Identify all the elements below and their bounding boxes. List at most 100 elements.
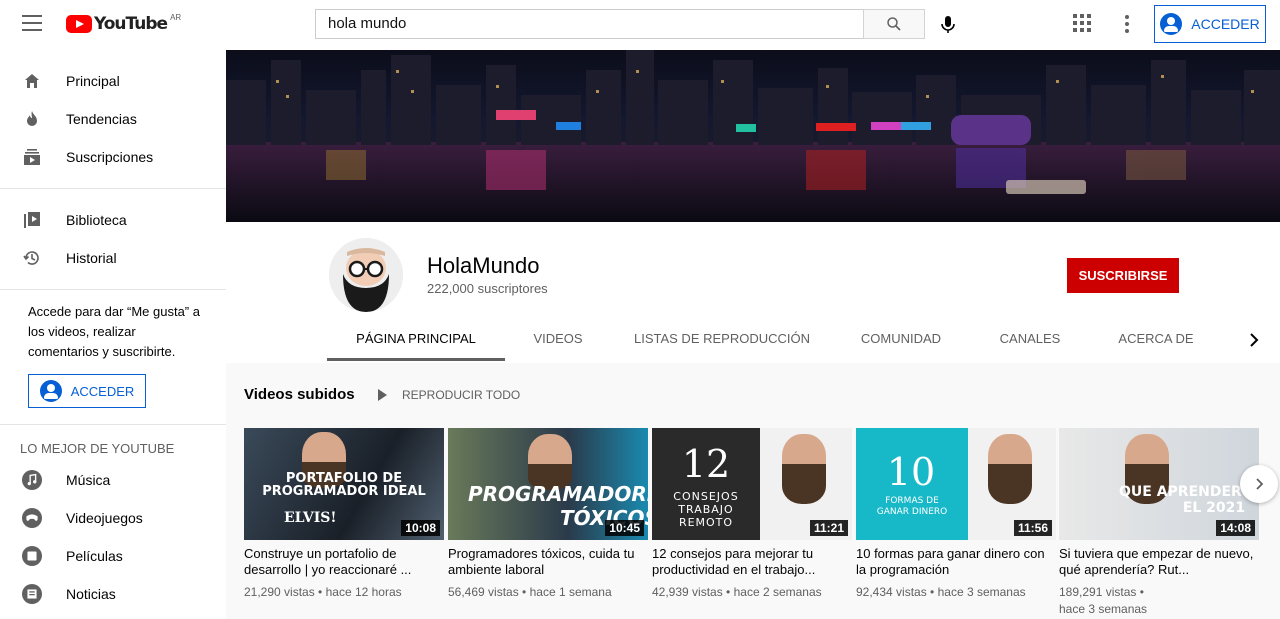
view-count: 92,434 vistas xyxy=(856,585,927,599)
subscribe-button[interactable]: SUSCRIBIRSE xyxy=(1067,258,1179,293)
sign-in-label: ACCEDER xyxy=(70,383,135,399)
channel-banner xyxy=(226,50,1280,222)
logo-text: YouTube xyxy=(94,14,168,34)
menu-icon[interactable] xyxy=(22,15,42,35)
sidebar-item-label: Suscripciones xyxy=(66,149,154,165)
video-meta: 56,469 vistas • hace 1 semana xyxy=(448,585,612,599)
sidebar-item-tendencias[interactable]: Tendencias xyxy=(0,100,226,138)
tab-comunidad[interactable]: COMUNIDAD xyxy=(833,324,969,361)
thumbnail-number: 12 xyxy=(681,442,731,486)
view-count: 56,469 vistas xyxy=(448,585,519,599)
video-meta: 92,434 vistas • hace 3 semanas xyxy=(856,585,1026,599)
video-title[interactable]: Programadores tóxicos, cuida tu ambiente… xyxy=(448,546,648,578)
apps-grid-icon[interactable] xyxy=(1073,14,1091,32)
play-icon xyxy=(378,389,387,401)
upload-age: hace 3 semanas xyxy=(1059,602,1148,616)
microphone-icon[interactable] xyxy=(937,13,959,35)
thumbnail-text: PORTAFOLIO DE PROGRAMADOR IDEAL xyxy=(262,471,426,499)
video-card[interactable]: QUE APRENDER EL 2021 14:08 Si tuviera qu… xyxy=(1059,428,1259,618)
thumbnail-text: PROGRAMADORES xyxy=(468,482,648,506)
upload-age: hace 1 semana xyxy=(529,585,612,599)
search-input[interactable]: hola mundo xyxy=(315,9,864,39)
sidebar-item-videojuegos[interactable]: Videojuegos xyxy=(0,499,226,537)
chevron-right-icon[interactable] xyxy=(1247,332,1261,348)
tab-listas[interactable]: LISTAS DE REPRODUCCIÓN xyxy=(611,324,833,361)
upload-age: hace 12 horas xyxy=(325,585,402,599)
sidebar-item-biblioteca[interactable]: Biblioteca xyxy=(0,201,226,239)
video-thumbnail[interactable]: PORTAFOLIO DE PROGRAMADOR IDEAL ELVIS! 1… xyxy=(244,428,444,540)
channel-avatar[interactable] xyxy=(329,238,403,312)
banner-city-image xyxy=(226,50,1280,222)
tab-canales[interactable]: CANALES xyxy=(969,324,1091,361)
tab-videos[interactable]: VIDEOS xyxy=(505,324,611,361)
divider xyxy=(0,289,226,290)
video-duration: 10:08 xyxy=(401,520,440,536)
video-card[interactable]: 10 FORMAS DE GANAR DINERO 11:56 10 forma… xyxy=(856,428,1056,601)
thumbnail-number: 10 xyxy=(886,450,936,494)
search-button[interactable] xyxy=(863,9,925,39)
sign-in-button[interactable]: ACCEDER xyxy=(1154,5,1266,43)
account-icon xyxy=(1160,13,1183,35)
video-thumbnail[interactable]: 12 CONSEJOS TRABAJO REMOTO 11:21 xyxy=(652,428,852,540)
video-duration: 11:56 xyxy=(1013,520,1052,536)
shelf-next-button[interactable] xyxy=(1240,465,1278,503)
sidebar-item-noticias[interactable]: Noticias xyxy=(0,575,226,613)
sidebar-item-historial[interactable]: Historial xyxy=(0,239,226,277)
section-heading: LO MEJOR DE YOUTUBE xyxy=(20,441,175,456)
gaming-icon xyxy=(22,508,42,528)
view-count: 21,290 vistas xyxy=(244,585,315,599)
bearded-man-avatar-image xyxy=(329,238,403,312)
video-meta: 189,291 vistas • hace 3 semanas xyxy=(1059,585,1148,616)
sidebar-item-musica[interactable]: Música xyxy=(0,461,226,499)
video-meta: 21,290 vistas • hace 12 horas xyxy=(244,585,402,599)
video-card[interactable]: PROGRAMADORES TÓXICOS 10:45 Programadore… xyxy=(448,428,648,601)
video-thumbnail[interactable]: PROGRAMADORES TÓXICOS 10:45 xyxy=(448,428,648,540)
flame-icon xyxy=(22,109,42,129)
video-card[interactable]: 12 CONSEJOS TRABAJO REMOTO 11:21 12 cons… xyxy=(652,428,852,601)
account-icon xyxy=(39,380,62,402)
signin-prompt: Accede para dar “Me gusta” a los videos,… xyxy=(28,304,200,359)
tab-acerca-de[interactable]: ACERCA DE xyxy=(1091,324,1221,361)
tab-pagina-principal[interactable]: PÁGINA PRINCIPAL xyxy=(327,324,505,361)
sidebar-item-principal[interactable]: Principal xyxy=(0,62,226,100)
history-icon xyxy=(22,248,42,268)
video-card[interactable]: PORTAFOLIO DE PROGRAMADOR IDEAL ELVIS! 1… xyxy=(244,428,444,601)
channel-header: HolaMundo 222,000 suscriptores SUSCRIBIR… xyxy=(226,222,1280,363)
video-title[interactable]: 12 consejos para mejorar tu productivida… xyxy=(652,546,852,578)
thumbnail-text-2: EL 2021 xyxy=(1182,500,1246,516)
video-title[interactable]: Construye un portafolio de desarrollo | … xyxy=(244,546,444,578)
sidebar-item-label: Tendencias xyxy=(66,111,137,127)
upload-age: hace 3 semanas xyxy=(937,585,1026,599)
chevron-right-icon xyxy=(1256,478,1264,490)
sidebar-item-label: Principal xyxy=(66,73,120,89)
movies-icon xyxy=(22,546,42,566)
video-title[interactable]: Si tuviera que empezar de nuevo, qué apr… xyxy=(1059,546,1259,578)
home-icon xyxy=(22,71,42,91)
youtube-logo[interactable]: YouTube AR xyxy=(66,12,182,34)
view-count: 42,939 vistas xyxy=(652,585,723,599)
news-icon xyxy=(22,584,42,604)
youtube-play-icon xyxy=(66,15,92,33)
video-thumbnail[interactable]: QUE APRENDER EL 2021 14:08 xyxy=(1059,428,1259,540)
thumbnail-text-2: ELVIS! xyxy=(284,510,337,526)
region-code: AR xyxy=(170,12,182,22)
sidebar-item-label: Películas xyxy=(66,548,123,564)
sidebar-item-peliculas[interactable]: Películas xyxy=(0,537,226,575)
thumbnail-beard xyxy=(988,464,1032,504)
video-title[interactable]: 10 formas para ganar dinero con la progr… xyxy=(856,546,1056,578)
play-all-button[interactable]: REPRODUCIR TODO xyxy=(378,388,520,402)
channel-tabs: PÁGINA PRINCIPAL VIDEOS LISTAS DE REPROD… xyxy=(327,324,1221,361)
video-thumbnail[interactable]: 10 FORMAS DE GANAR DINERO 11:56 xyxy=(856,428,1056,540)
sidebar-item-label: Biblioteca xyxy=(66,212,127,228)
thumbnail-text: FORMAS DE GANAR DINERO xyxy=(876,496,948,517)
library-icon xyxy=(22,210,42,230)
top-bar: YouTube AR hola mundo ACCEDER xyxy=(0,0,1280,50)
sidebar-item-label: Historial xyxy=(66,250,117,266)
sidebar-item-label: Música xyxy=(66,472,111,488)
channel-name: HolaMundo xyxy=(427,253,540,278)
settings-more-icon[interactable] xyxy=(1125,15,1129,33)
sidebar-sign-in-button[interactable]: ACCEDER xyxy=(28,374,146,408)
sidebar-item-suscripciones[interactable]: Suscripciones xyxy=(0,138,226,176)
thumbnail-beard xyxy=(782,464,826,504)
view-count: 189,291 vistas xyxy=(1059,585,1137,599)
